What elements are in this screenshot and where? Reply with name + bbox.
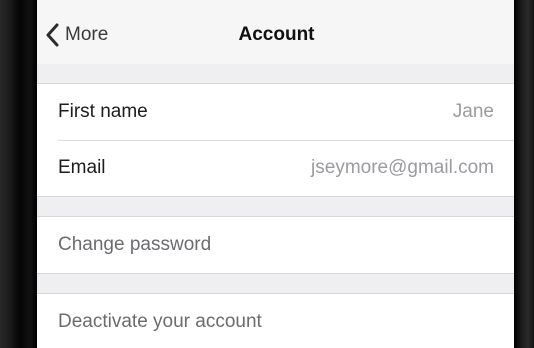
profile-group: First name Jane Email jseymore@gmail.com — [37, 83, 514, 197]
deactivate-account-label: Deactivate your account — [58, 311, 262, 332]
page-title: Account — [37, 24, 514, 46]
deactivate-group: Deactivate your account — [37, 293, 514, 348]
change-password-row[interactable]: Change password — [37, 217, 514, 273]
email-value: jseymore@gmail.com — [311, 157, 494, 178]
first-name-value: Jane — [452, 101, 494, 122]
page-title-text: Account — [238, 24, 315, 45]
device-bezel-left — [0, 0, 37, 348]
first-name-label: First name — [58, 101, 148, 122]
email-row[interactable]: Email jseymore@gmail.com — [37, 140, 514, 196]
deactivate-account-row[interactable]: Deactivate your account — [37, 294, 514, 348]
password-group: Change password — [37, 216, 514, 274]
first-name-row[interactable]: First name Jane — [37, 84, 514, 140]
navigation-bar: More Account — [37, 0, 514, 64]
device-bezel-right — [514, 0, 534, 348]
email-label: Email — [58, 157, 106, 178]
change-password-label: Change password — [58, 234, 212, 255]
device-frame: More Account First name Jane Email jseym… — [0, 0, 534, 348]
account-screen: More Account First name Jane Email jseym… — [37, 0, 514, 348]
